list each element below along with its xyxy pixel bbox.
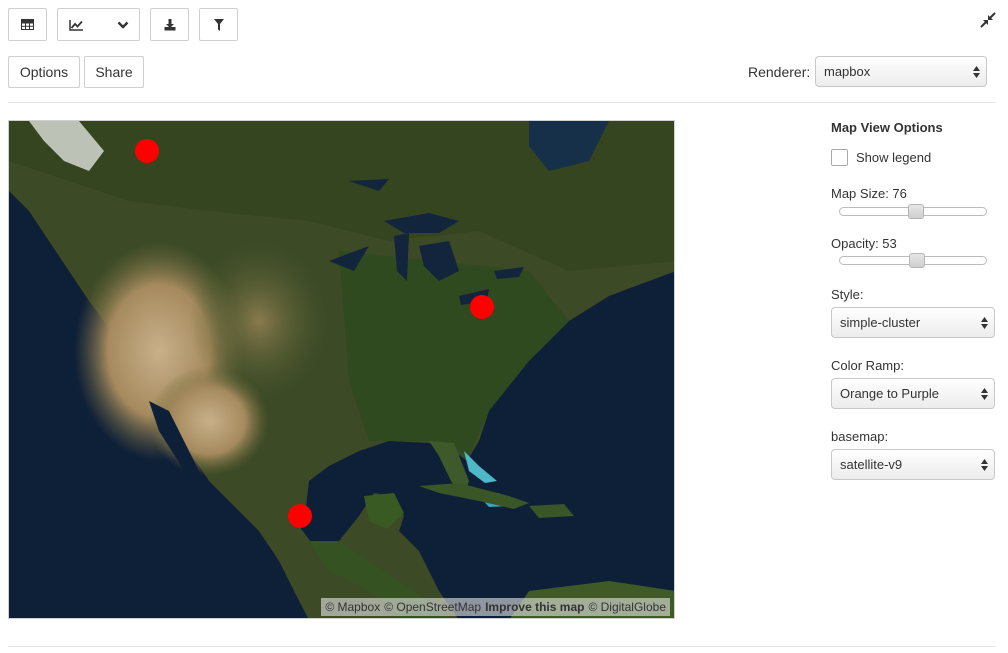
opacity-label: Opacity: 53: [831, 236, 897, 251]
line-chart-icon: [69, 19, 83, 31]
attribution-mapbox-link[interactable]: © Mapbox: [325, 600, 380, 614]
style-select[interactable]: simple-cluster: [831, 307, 995, 338]
opacity-slider-thumb[interactable]: [909, 253, 925, 268]
filter-icon: [213, 18, 224, 31]
select-arrows-icon: [981, 458, 988, 471]
panel-title: Map View Options: [831, 120, 943, 135]
basemap-label: basemap:: [831, 429, 889, 444]
map-view[interactable]: © Mapbox © OpenStreetMap Improve this ma…: [8, 120, 675, 619]
show-legend-label: Show legend: [856, 150, 932, 165]
map-attribution: © Mapbox © OpenStreetMap Improve this ma…: [321, 598, 670, 616]
map-marker[interactable]: [135, 139, 159, 163]
download-button[interactable]: [150, 8, 189, 41]
basemap-select[interactable]: satellite-v9: [831, 449, 995, 480]
renderer-select[interactable]: mapbox: [815, 56, 987, 87]
table-icon: [21, 19, 34, 30]
divider: [8, 102, 996, 103]
style-select-value: simple-cluster: [840, 315, 921, 330]
improve-map-link[interactable]: Improve this map: [485, 600, 584, 614]
color-ramp-select-value: Orange to Purple: [840, 386, 940, 401]
basemap-select-value: satellite-v9: [840, 457, 903, 472]
select-arrows-icon: [981, 316, 988, 329]
download-icon: [164, 18, 175, 30]
renderer-select-value: mapbox: [824, 64, 871, 79]
map-size-label: Map Size: 76: [831, 186, 907, 201]
filter-button[interactable]: [199, 8, 238, 41]
chevron-down-icon: [117, 21, 129, 29]
attribution-digitalglobe-link[interactable]: © DigitalGlobe: [588, 600, 666, 614]
select-arrows-icon: [981, 387, 988, 400]
toolbar: [8, 8, 238, 41]
share-button[interactable]: Share: [84, 56, 144, 88]
select-arrows-icon: [973, 65, 980, 78]
map-size-slider-thumb[interactable]: [908, 204, 924, 219]
table-view-button[interactable]: [8, 8, 47, 41]
action-buttons: Options Share: [8, 56, 144, 88]
satellite-basemap: [9, 121, 674, 618]
collapse-icon[interactable]: [980, 12, 996, 28]
map-marker[interactable]: [470, 295, 494, 319]
color-ramp-label: Color Ramp:: [831, 358, 904, 373]
style-label: Style:: [831, 287, 864, 302]
map-size-slider[interactable]: [839, 204, 987, 219]
options-button[interactable]: Options: [8, 56, 80, 88]
attribution-osm-link[interactable]: © OpenStreetMap: [384, 600, 481, 614]
show-legend-checkbox[interactable]: [831, 149, 848, 166]
chart-type-dropdown[interactable]: [57, 8, 140, 41]
renderer-label: Renderer:: [748, 64, 811, 80]
divider: [8, 646, 996, 647]
opacity-slider[interactable]: [839, 253, 987, 268]
map-marker[interactable]: [288, 504, 312, 528]
show-legend-row[interactable]: Show legend: [831, 149, 931, 166]
color-ramp-select[interactable]: Orange to Purple: [831, 378, 995, 409]
